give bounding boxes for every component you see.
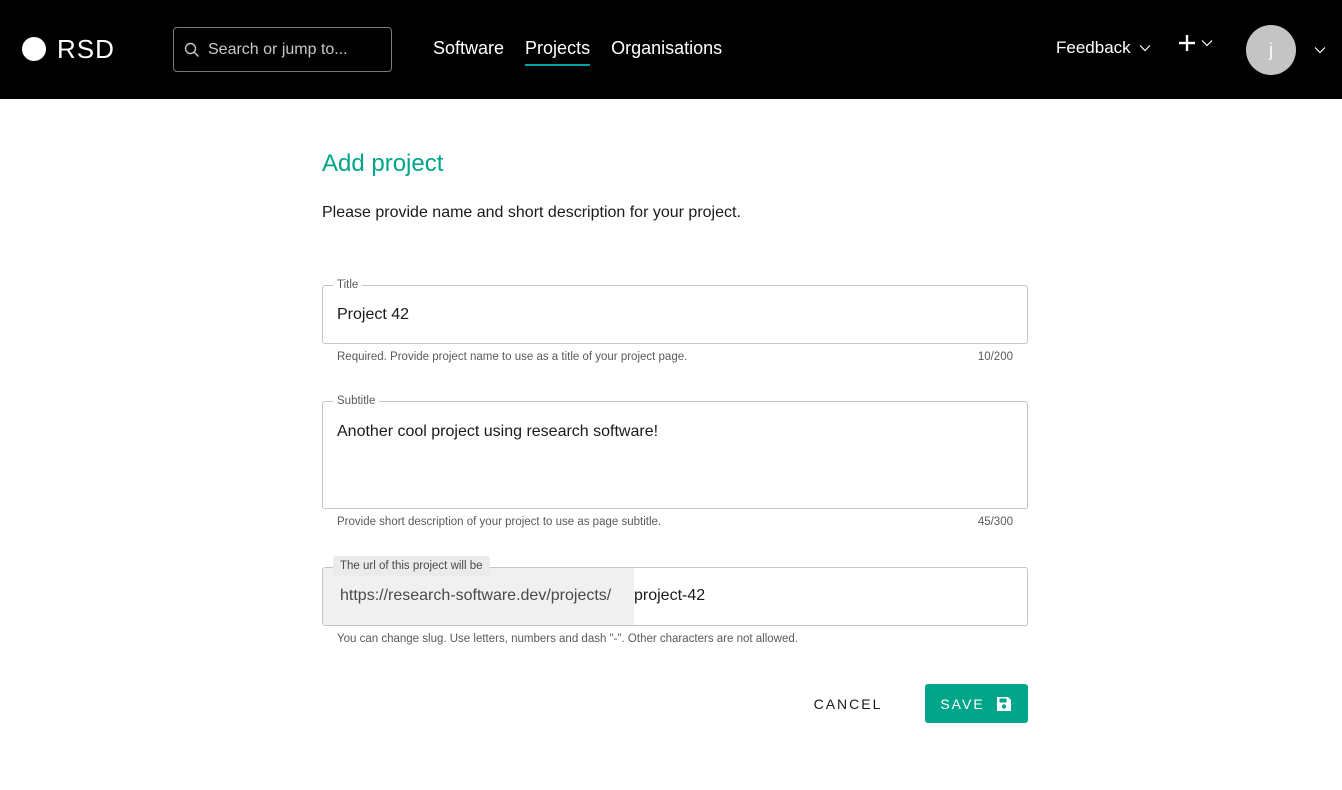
add-menu-button[interactable] xyxy=(1178,34,1213,52)
slug-value[interactable]: project-42 xyxy=(634,587,705,605)
slug-label: The url of this project will be xyxy=(333,556,490,576)
user-avatar[interactable]: j xyxy=(1246,25,1296,75)
rsd-logo[interactable]: RSD xyxy=(22,36,115,62)
title-value[interactable]: Project 42 xyxy=(337,306,409,324)
title-field: Title Project 42 Required. Provide proje… xyxy=(322,278,1028,368)
subtitle-char-counter: 45/300 xyxy=(977,516,1013,528)
nav-software[interactable]: Software xyxy=(433,37,504,66)
save-button[interactable]: SAVE xyxy=(925,684,1028,723)
form-actions: CANCEL SAVE xyxy=(322,684,1028,723)
subtitle-helper-text: Provide short description of your projec… xyxy=(337,516,662,528)
page-description: Please provide name and short descriptio… xyxy=(322,204,741,221)
subtitle-textarea[interactable]: Subtitle xyxy=(322,394,1028,509)
slug-prefix-box: https://research-software.dev/projects/ xyxy=(323,568,634,625)
plus-icon xyxy=(1179,35,1195,51)
title-label: Title xyxy=(337,279,359,291)
subtitle-field: Subtitle Another cool project using rese… xyxy=(322,394,1028,534)
chevron-down-icon xyxy=(1139,45,1151,52)
slug-field: https://research-software.dev/projects/ … xyxy=(322,556,1028,647)
title-char-counter: 10/200 xyxy=(977,351,1013,363)
top-navbar: RSD Search or jump to... Software Projec… xyxy=(0,0,1342,99)
search-placeholder: Search or jump to... xyxy=(208,40,348,58)
logo-text: RSD xyxy=(57,34,115,64)
feedback-label: Feedback xyxy=(1056,38,1131,57)
chevron-down-icon xyxy=(1201,40,1213,47)
search-icon xyxy=(184,42,199,57)
slug-helper-text: You can change slug. Use letters, number… xyxy=(337,633,798,645)
nav-organisations[interactable]: Organisations xyxy=(611,37,722,66)
page-title: Add project xyxy=(322,150,444,177)
title-helper-text: Required. Provide project name to use as… xyxy=(337,351,688,363)
feedback-menu-button[interactable]: Feedback xyxy=(1056,38,1151,58)
logo-dot-icon xyxy=(22,37,46,61)
cancel-button[interactable]: CANCEL xyxy=(800,684,896,723)
chevron-down-icon[interactable] xyxy=(1314,46,1326,54)
subtitle-label: Subtitle xyxy=(337,395,376,407)
subtitle-value[interactable]: Another cool project using research soft… xyxy=(337,423,658,441)
add-project-form: Add project Please provide name and shor… xyxy=(322,150,1028,723)
slug-prefix: https://research-software.dev/projects/ xyxy=(340,587,612,604)
main-nav: Software Projects Organisations xyxy=(433,37,743,66)
search-input[interactable]: Search or jump to... xyxy=(173,27,392,72)
nav-projects[interactable]: Projects xyxy=(525,37,591,66)
floppy-disk-icon xyxy=(996,696,1011,711)
title-input[interactable]: Title xyxy=(322,278,1028,344)
save-label: SAVE xyxy=(940,695,985,712)
